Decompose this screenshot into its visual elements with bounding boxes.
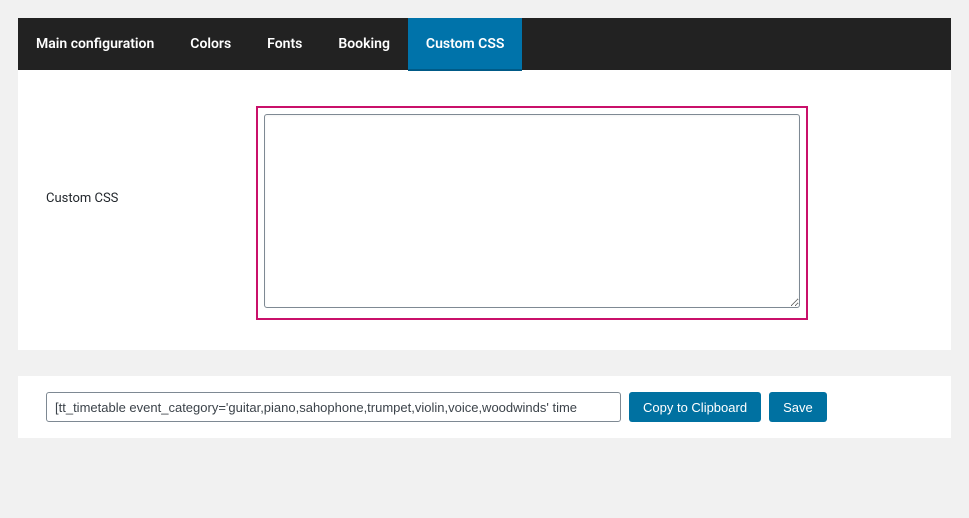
tab-main-configuration[interactable]: Main configuration — [18, 18, 172, 70]
custom-css-label: Custom CSS — [46, 106, 256, 320]
tab-fonts[interactable]: Fonts — [249, 18, 320, 70]
custom-css-row: Custom CSS — [18, 70, 951, 350]
settings-panel: Main configuration Colors Fonts Booking … — [18, 18, 951, 350]
tabs-nav: Main configuration Colors Fonts Booking … — [18, 18, 951, 70]
shortcode-input[interactable] — [46, 392, 621, 422]
custom-css-textarea[interactable] — [264, 114, 800, 308]
custom-css-highlight — [256, 106, 808, 320]
custom-css-field — [256, 106, 923, 320]
save-button[interactable]: Save — [769, 392, 827, 422]
tab-custom-css[interactable]: Custom CSS — [408, 18, 523, 71]
tab-colors[interactable]: Colors — [172, 18, 249, 70]
footer-panel: Copy to Clipboard Save — [18, 376, 951, 438]
tab-booking[interactable]: Booking — [320, 18, 408, 70]
copy-to-clipboard-button[interactable]: Copy to Clipboard — [629, 392, 761, 422]
